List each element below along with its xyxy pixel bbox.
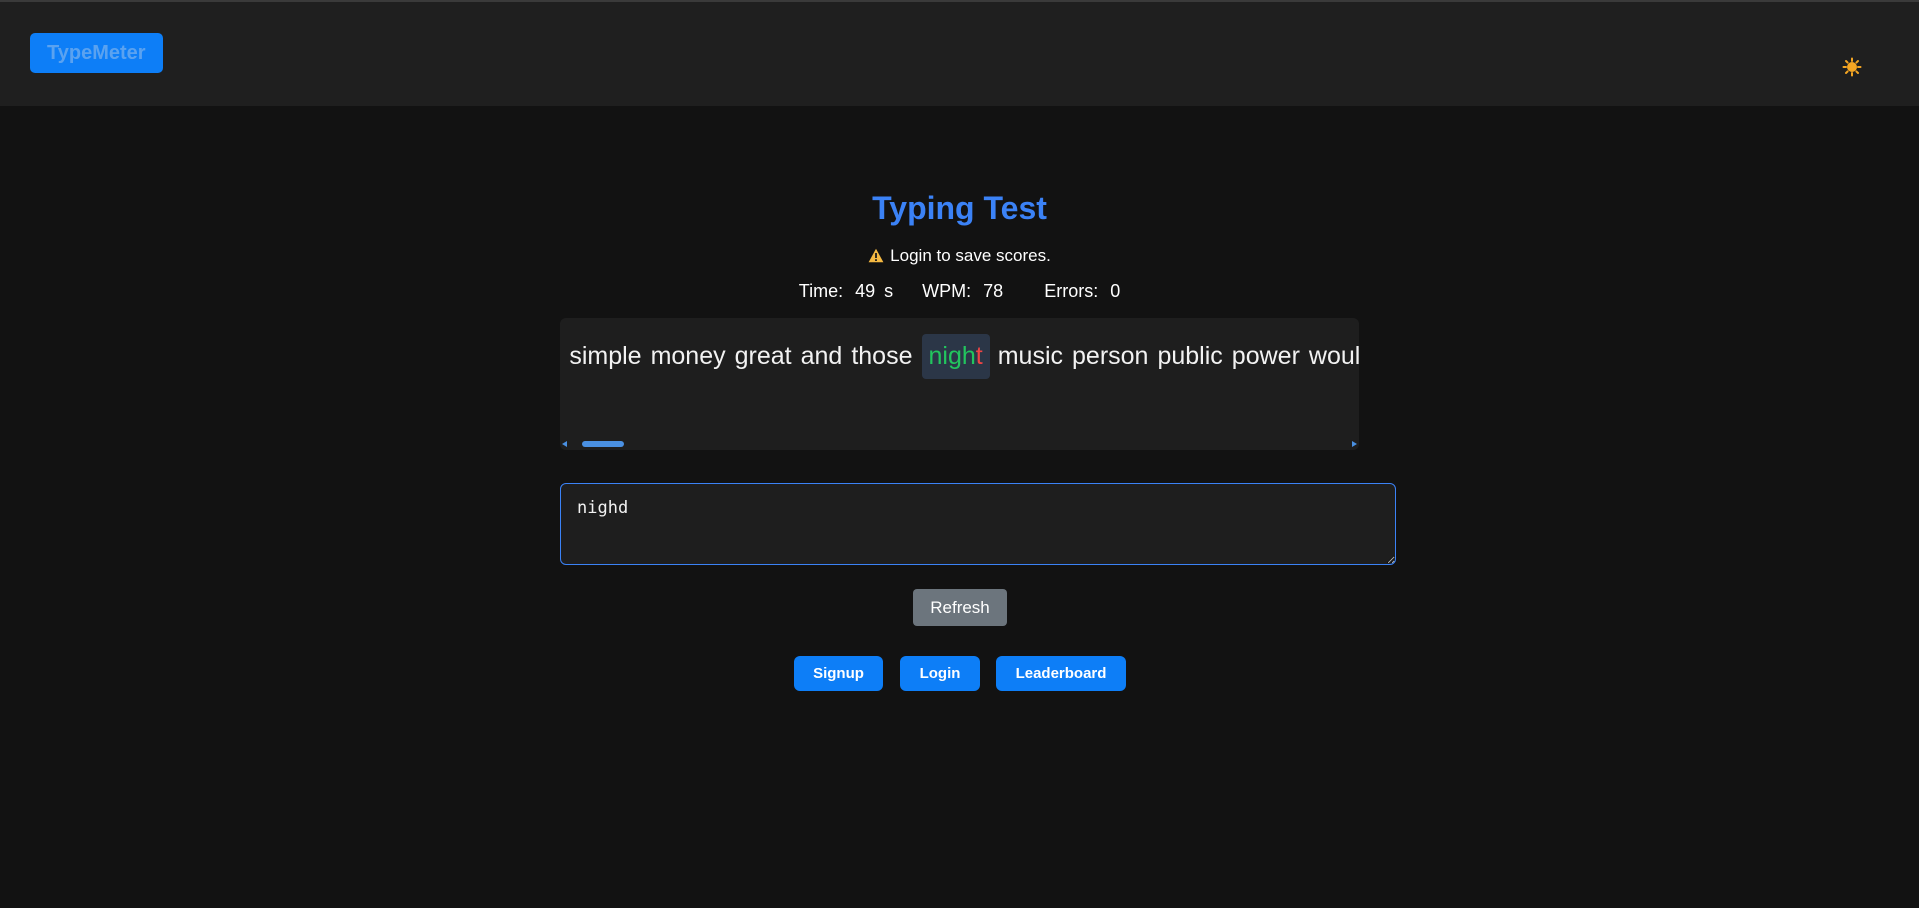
leaderboard-button[interactable]: Leaderboard bbox=[996, 656, 1126, 691]
word: music bbox=[997, 342, 1064, 370]
word: person bbox=[1072, 342, 1149, 370]
word-stream: rsimplemoneygreatandthosenightmusicperso… bbox=[560, 334, 1359, 379]
current-word-correct-part: nigh bbox=[928, 342, 976, 370]
stats-bar: Time: 49 s WPM: 78 Errors: 0 bbox=[0, 281, 1919, 302]
brand-logo[interactable]: TypeMeter bbox=[30, 33, 163, 73]
errors-stat: Errors: 0 bbox=[1044, 281, 1120, 302]
navbar: TypeMeter bbox=[0, 2, 1919, 106]
time-unit: s bbox=[884, 281, 894, 301]
word-display: rsimplemoneygreatandthosenightmusicperso… bbox=[560, 318, 1359, 450]
word: power bbox=[1231, 342, 1300, 370]
errors-value: 0 bbox=[1110, 281, 1121, 301]
word: would bbox=[1308, 342, 1359, 370]
page-title: Typing Test bbox=[872, 190, 1047, 226]
word: and bbox=[800, 342, 843, 370]
login-notice: Login to save scores. bbox=[0, 246, 1919, 268]
sun-icon[interactable] bbox=[1842, 57, 1862, 77]
typing-input[interactable]: nighd bbox=[560, 483, 1396, 565]
notice-text: Login to save scores. bbox=[890, 246, 1051, 265]
word: money bbox=[650, 342, 726, 370]
refresh-button[interactable]: Refresh bbox=[913, 589, 1007, 626]
warning-icon bbox=[868, 248, 884, 268]
errors-label: Errors: bbox=[1044, 281, 1099, 301]
word: public bbox=[1157, 342, 1223, 370]
wpm-value: 78 bbox=[983, 281, 1004, 301]
word: those bbox=[851, 342, 913, 370]
current-word: night bbox=[921, 334, 990, 379]
login-button[interactable]: Login bbox=[900, 656, 980, 691]
signup-button[interactable]: Signup bbox=[794, 656, 883, 691]
word-display-scrollbar[interactable] bbox=[560, 438, 1359, 450]
time-value: 49 bbox=[855, 281, 876, 301]
time-label: Time: bbox=[798, 281, 844, 301]
wpm-label: WPM: bbox=[922, 281, 972, 301]
time-stat: Time: 49 s bbox=[799, 281, 893, 302]
scrollbar-thumb[interactable] bbox=[582, 441, 624, 447]
scroll-right-icon[interactable] bbox=[1352, 441, 1357, 447]
scroll-left-icon[interactable] bbox=[562, 441, 567, 447]
word: great bbox=[734, 342, 792, 370]
word: simple bbox=[569, 342, 642, 370]
wpm-stat: WPM: 78 bbox=[922, 281, 1003, 302]
current-word-error-part: t bbox=[975, 342, 983, 370]
